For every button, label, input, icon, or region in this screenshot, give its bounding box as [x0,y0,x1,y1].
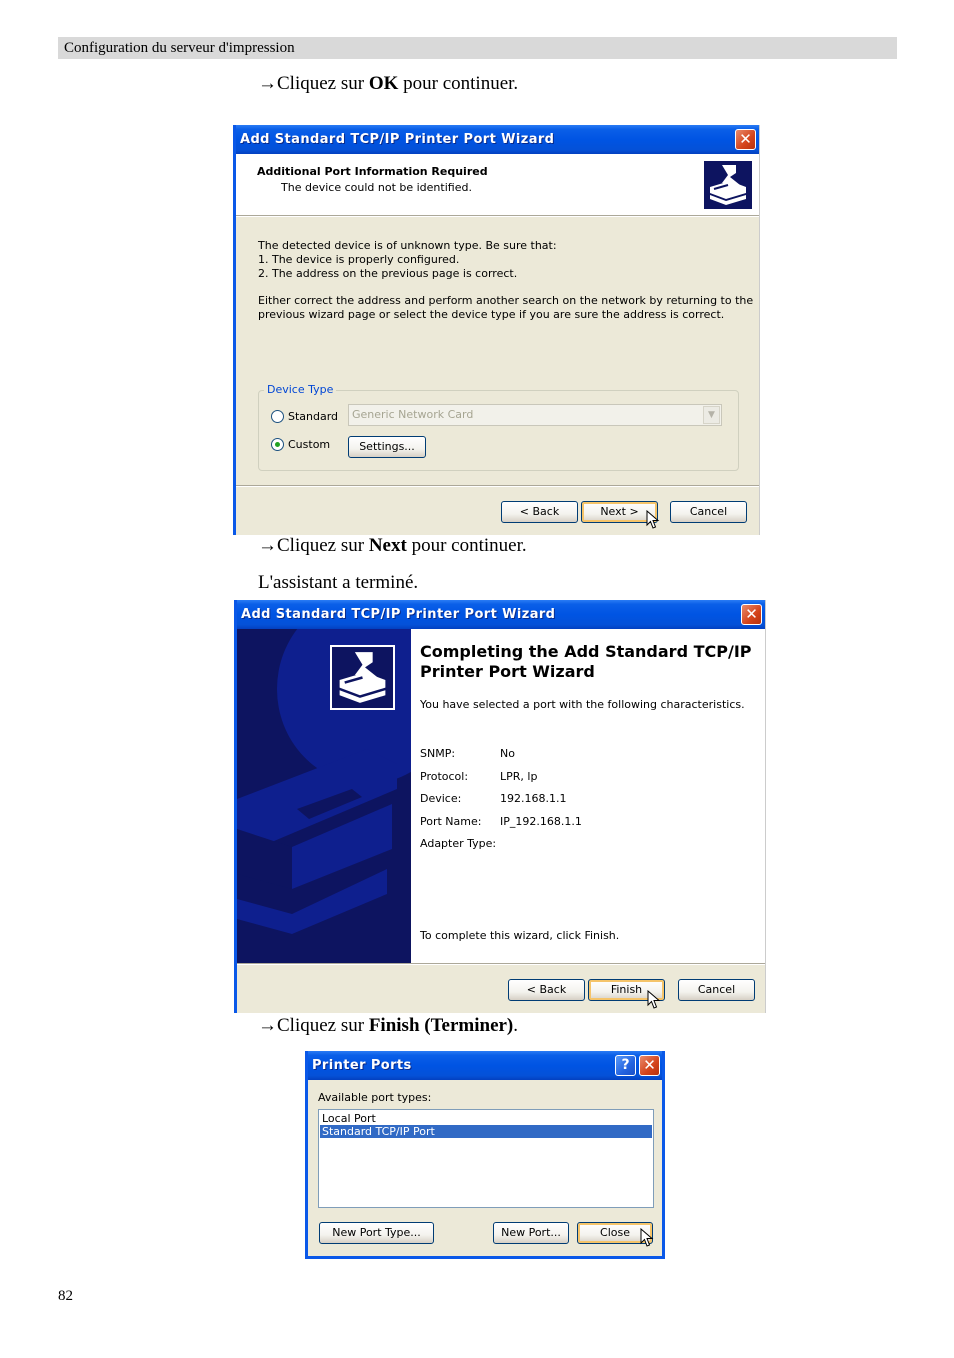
wizard-header: Additional Port Information Required The… [236,154,759,215]
wizard-heading: Completing the Add Standard TCP/IP Print… [420,642,752,681]
close-button[interactable]: ✕ [741,604,762,625]
mouse-cursor-icon [640,1228,654,1247]
new-port-type-button[interactable]: New Port Type... [319,1222,434,1244]
arrow-icon: → [258,73,277,94]
list-item-selected[interactable]: Standard TCP/IP Port [320,1125,652,1138]
property-row: SNMP: No [420,747,515,760]
wizard-dialog-additional-info: Add Standard TCP/IP Printer Port Wizard … [233,125,760,535]
instruction-ok: →Cliquez sur OK pour continuer. [258,73,519,94]
body-paragraph: Either correct the address and perform a… [258,294,754,321]
radio-standard-label[interactable]: Standard [288,410,338,424]
device-type-dropdown[interactable]: Generic Network Card ▼ [348,404,722,426]
new-port-button[interactable]: New Port... [493,1222,569,1244]
close-button[interactable]: ✕ [735,129,756,150]
property-row: Adapter Type: [420,837,497,850]
wizard-sidebar-graphic [237,629,411,963]
property-row: Device: 192.168.1.1 [420,792,567,805]
instruction-finish: →Cliquez sur Finish (Terminer). [258,1015,519,1036]
printer-ports-dialog: Printer Ports ? ✕ Available port types: … [305,1051,665,1259]
title-bar[interactable]: Add Standard TCP/IP Printer Port Wizard [236,125,759,154]
cancel-button[interactable]: Cancel [678,979,755,1001]
body-text: The detected device is of unknown type. … [258,239,557,280]
arrow-icon: → [258,535,277,556]
instruction-next: →Cliquez sur Next pour continuer. [258,535,527,556]
page-header: Configuration du serveur d'impression [58,37,897,59]
cancel-button[interactable]: Cancel [670,501,747,523]
title-bar[interactable]: Printer Ports [308,1051,662,1080]
device-type-label: Device Type [264,383,337,397]
instruction-completed: L'assistant a terminé. [258,572,419,593]
wizard-intro: You have selected a port with the follow… [420,698,745,711]
available-port-types-label: Available port types: [318,1091,432,1104]
wizard-dialog-completing: Add Standard TCP/IP Printer Port Wizard … [234,600,766,1013]
wizard-subheading: The device could not be identified. [281,181,472,194]
settings-button[interactable]: Settings... [348,436,426,458]
finish-note: To complete this wizard, click Finish. [420,929,620,942]
port-properties: SNMP: No Protocol: LPR, lp Device: 192.1… [420,747,582,860]
arrow-icon: → [258,1015,277,1036]
list-item[interactable]: Local Port [320,1112,652,1125]
printer-wizard-icon [702,159,754,211]
help-button[interactable]: ? [615,1055,636,1076]
property-row: Port Name: IP_192.168.1.1 [420,814,582,828]
mouse-cursor-icon [647,990,661,1009]
title-bar[interactable]: Add Standard TCP/IP Printer Port Wizard [237,600,765,629]
wizard-heading: Additional Port Information Required [257,165,488,178]
property-row: Protocol: LPR, lp [420,769,538,783]
wizard-content: Completing the Add Standard TCP/IP Print… [411,629,765,963]
device-type-group [258,390,739,471]
mouse-cursor-icon [646,510,660,529]
back-button[interactable]: < Back [501,501,578,523]
radio-standard[interactable] [271,410,284,423]
chevron-down-icon[interactable]: ▼ [703,406,720,424]
back-button[interactable]: < Back [508,979,585,1001]
page-number: 82 [58,1288,73,1304]
radio-custom[interactable] [271,438,284,451]
port-types-list[interactable]: Local Port Standard TCP/IP Port [318,1109,654,1208]
close-button[interactable]: ✕ [639,1055,660,1076]
radio-custom-label[interactable]: Custom [288,438,330,452]
printer-wizard-icon [330,645,395,710]
